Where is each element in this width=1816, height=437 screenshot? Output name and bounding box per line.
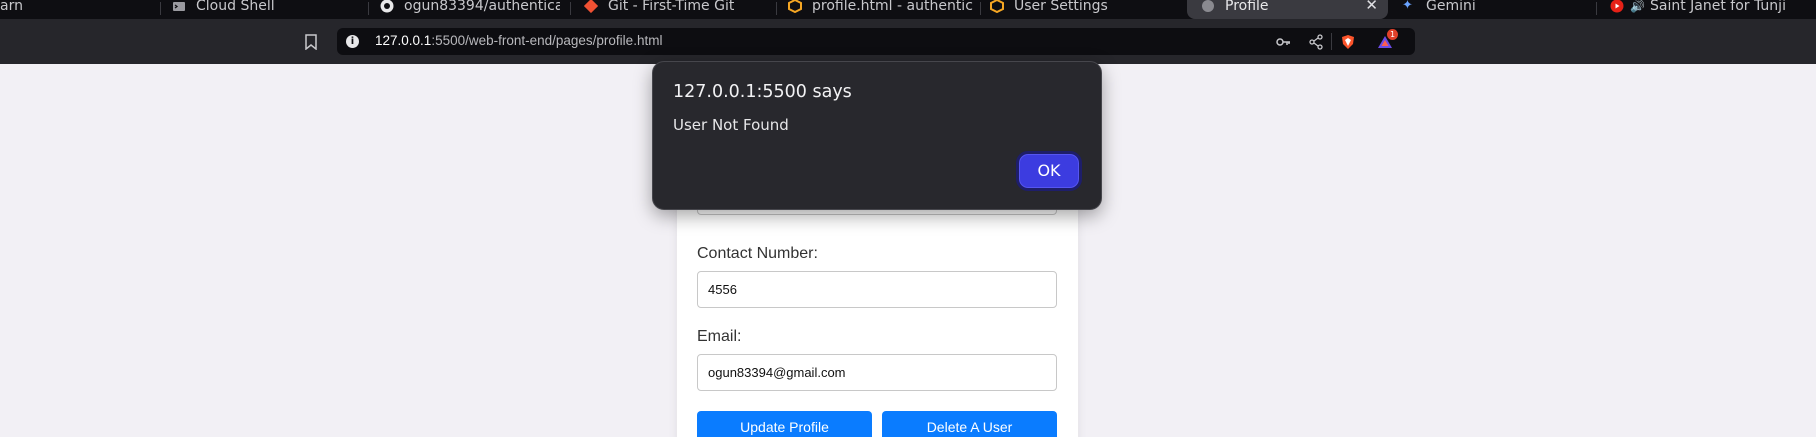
brave-shield-icon[interactable] <box>1340 34 1356 50</box>
tab-title: Saint Janet for Tunji <box>1650 0 1786 14</box>
tab-title: User Settings <box>1014 0 1108 14</box>
close-icon[interactable]: ✕ <box>1365 0 1378 14</box>
tab-cloud-shell[interactable]: Cloud Shell <box>172 0 362 19</box>
tab-git[interactable]: Git - First-Time Git Setu <box>584 0 734 19</box>
separator <box>1331 33 1332 50</box>
speaker-icon[interactable]: 🔊 <box>1630 0 1645 13</box>
notification-badge: 1 <box>1387 29 1398 40</box>
contact-input[interactable]: 4556 <box>697 271 1057 308</box>
browser-toolbar: i 127.0.0.1:5500/web-front-end/pages/pro… <box>0 19 1816 64</box>
globe-icon <box>1202 0 1214 12</box>
tab-gemini[interactable]: ✦ Gemini <box>1402 0 1582 19</box>
profile-card: ogun Contact Number: 4556 Email: ogun833… <box>677 178 1078 437</box>
github-icon <box>380 0 394 12</box>
tab-strip: arn Cloud Shell ogun83394/authentica Git… <box>0 0 1816 19</box>
bookmark-icon[interactable] <box>304 34 318 50</box>
email-input[interactable]: ogun83394@gmail.com <box>697 354 1057 391</box>
vscode-icon <box>788 0 802 13</box>
site-info-icon[interactable]: i <box>346 35 359 48</box>
tab-user-settings[interactable]: User Settings <box>990 0 1170 19</box>
email-input-value: ogun83394@gmail.com <box>708 365 846 380</box>
git-icon <box>584 0 598 13</box>
tab-title: Profile <box>1225 0 1269 14</box>
tab-title: arn <box>0 0 23 14</box>
url-text[interactable]: 127.0.0.1:5500/web-front-end/pages/profi… <box>375 33 662 48</box>
alert-dialog: 127.0.0.1:5500 says User Not Found OK <box>652 61 1102 210</box>
dialog-message: User Not Found <box>673 116 789 134</box>
email-label: Email: <box>697 328 742 345</box>
tab-title: ogun83394/authentica <box>404 0 560 14</box>
contact-label: Contact Number: <box>697 245 818 262</box>
key-icon[interactable] <box>1275 34 1291 50</box>
tab-title: Cloud Shell <box>196 0 275 14</box>
tab-profile-html[interactable]: profile.html - authentic <box>788 0 974 19</box>
youtube-icon <box>1610 0 1624 12</box>
ok-button[interactable]: OK <box>1016 151 1082 191</box>
tab-title: Git - First-Time Git Setu <box>608 0 734 14</box>
tab-youtube[interactable]: 🔊 Saint Janet for Tunji <box>1610 0 1816 19</box>
tab-title: Gemini <box>1426 0 1476 14</box>
tab-learn[interactable]: arn <box>0 0 120 19</box>
dialog-title: 127.0.0.1:5500 says <box>673 82 852 102</box>
delete-user-button[interactable]: Delete A User <box>882 411 1057 437</box>
tab-github[interactable]: ogun83394/authentica <box>380 0 560 19</box>
tab-title: profile.html - authentic <box>812 0 973 14</box>
url-host: 127.0.0.1 <box>375 33 432 48</box>
tab-profile-active[interactable]: Profile ✕ <box>1187 0 1388 19</box>
update-profile-button[interactable]: Update Profile <box>697 411 872 437</box>
vscode-icon <box>990 0 1004 13</box>
url-path: :5500/web-front-end/pages/profile.html <box>431 33 663 48</box>
address-bar[interactable]: i 127.0.0.1:5500/web-front-end/pages/pro… <box>337 28 1415 55</box>
share-icon[interactable] <box>1308 34 1324 50</box>
contact-input-value: 4556 <box>708 282 737 297</box>
cloud-shell-icon <box>173 1 185 11</box>
gemini-icon: ✦ <box>1402 0 1413 13</box>
